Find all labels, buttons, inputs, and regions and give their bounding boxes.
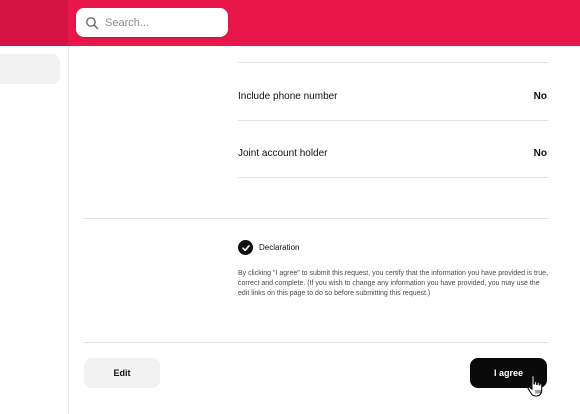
row-divider (238, 177, 548, 178)
section-divider (84, 218, 548, 219)
hand-pointer-cursor-icon (527, 375, 543, 397)
search-input[interactable] (105, 16, 215, 29)
row-value-include-phone: No (533, 91, 547, 102)
row-divider (238, 120, 548, 121)
declaration-text: By clicking "I agree" to submit this req… (238, 270, 549, 297)
checkmark-icon[interactable] (238, 240, 253, 255)
sidebar (0, 46, 69, 414)
search-box[interactable] (76, 8, 228, 37)
section-divider (84, 342, 548, 343)
sidebar-item-selected[interactable] (0, 54, 60, 84)
declaration-title: Declaration (259, 243, 300, 252)
row-label-joint-account: Joint account holder (238, 148, 328, 159)
row-label-include-phone: Include phone number (238, 91, 338, 102)
row-value-joint-account: No (533, 148, 547, 159)
top-bar (0, 0, 580, 46)
row-divider (238, 62, 548, 63)
edit-button[interactable]: Edit (84, 358, 160, 388)
declaration-checkbox-row[interactable]: Declaration (238, 240, 299, 255)
search-icon (85, 16, 99, 30)
top-bar-left-panel (0, 0, 68, 46)
